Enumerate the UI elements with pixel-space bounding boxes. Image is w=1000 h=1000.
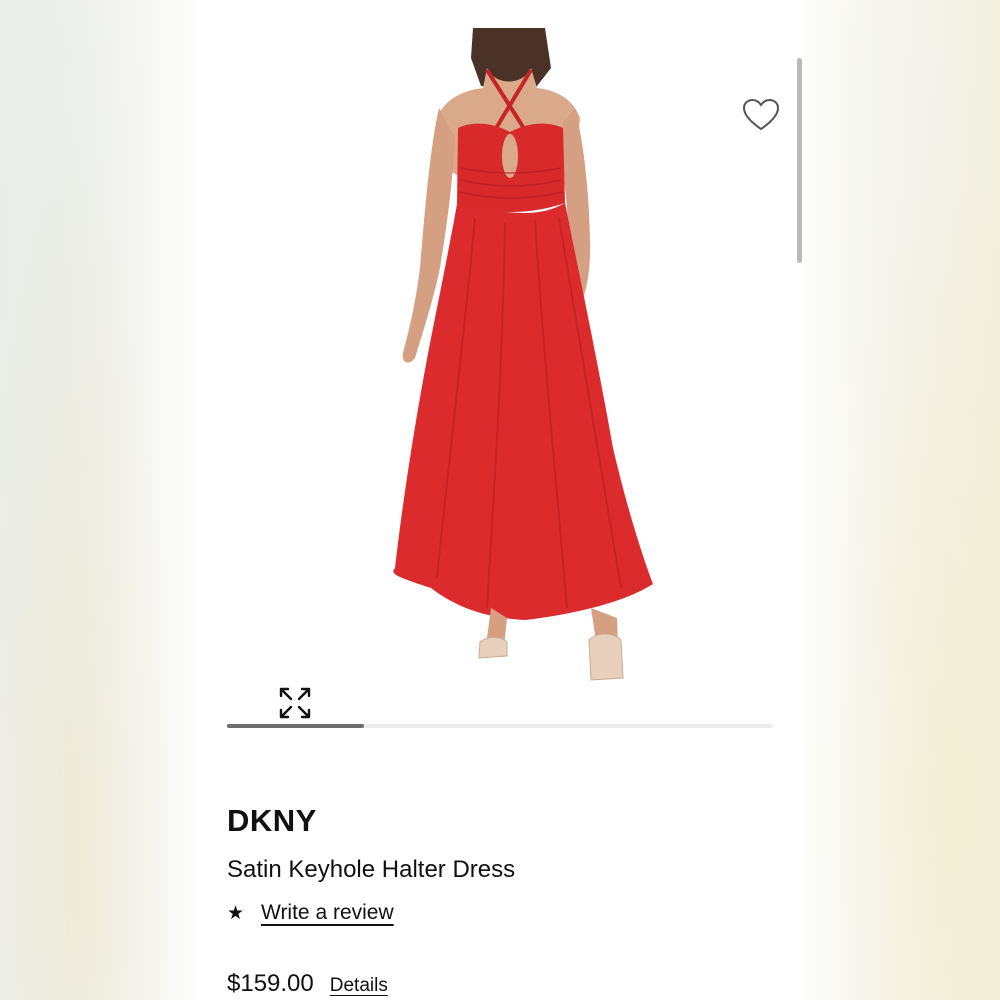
star-icon: ★ [227,902,245,924]
product-price: $159.00 [227,970,314,997]
expand-arrows-icon[interactable] [277,685,313,721]
product-title: Satin Keyhole Halter Dress [227,856,516,883]
model-hair [471,28,551,86]
gallery-progress-bar[interactable] [227,724,773,728]
product-photo [393,28,653,681]
gallery-progress-fill [227,724,364,728]
scrollbar[interactable] [797,58,802,263]
keyhole-cutout [502,134,518,178]
write-review-link[interactable]: Write a review [261,901,394,925]
brand-name: DKNY [227,803,317,838]
shoe-left [478,637,508,659]
price-row: $159.00 Details [227,970,388,998]
shoe-right [588,633,624,681]
rating-row: ★ Write a review [227,898,394,928]
product-image-gallery[interactable] [225,28,780,719]
product-page: DKNY Satin Keyhole Halter Dress ★ Write … [195,0,805,1000]
heart-icon[interactable] [742,98,780,132]
background-blur-right [805,0,1000,1000]
details-link[interactable]: Details [330,975,388,997]
background-blur-left [0,0,195,1000]
